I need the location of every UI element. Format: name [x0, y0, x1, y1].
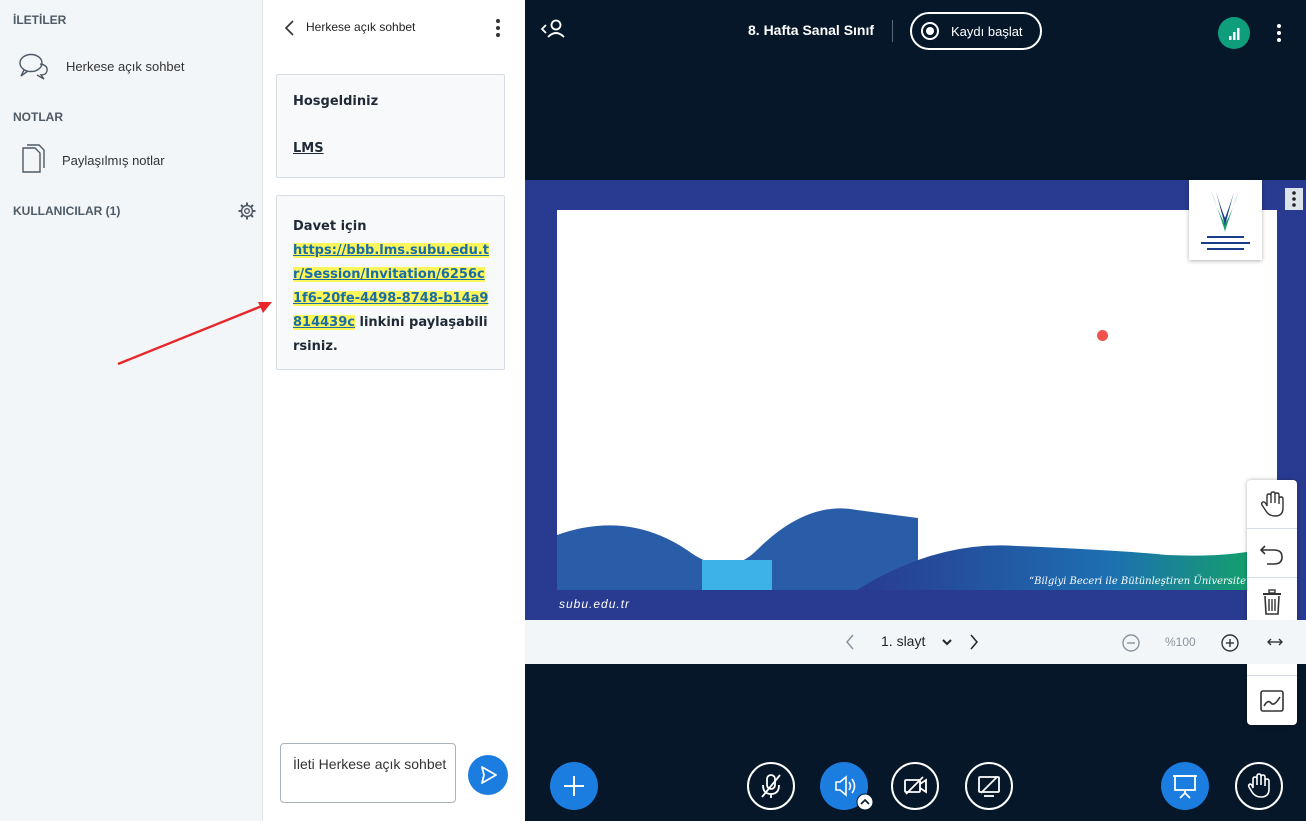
audio-options-icon[interactable]: [856, 793, 874, 811]
zoom-in-icon[interactable]: [1220, 633, 1240, 653]
user-list-sidebar: İLETİLER Herkese açık sohbet NOTLAR Payl…: [0, 0, 263, 821]
slide-navigation-bar: 1. slayt %100: [525, 620, 1306, 664]
messages-section-title: İLETİLER: [13, 13, 67, 27]
slide-canvas[interactable]: “Bilgiyi Beceri ile Bütünleştiren Üniver…: [557, 210, 1277, 590]
presenter-pointer: [1097, 330, 1108, 341]
presentation-area: 8. Hafta Sanal Sınıf Kaydı başlat “Bilgi…: [525, 0, 1306, 821]
meeting-title: 8. Hafta Sanal Sınıf: [748, 22, 875, 38]
connection-status-button[interactable]: [1218, 17, 1250, 49]
record-icon: [921, 22, 939, 40]
hide-presentation-button[interactable]: [1161, 762, 1209, 810]
users-section-title: KULLANICILAR (1): [13, 204, 121, 218]
vertical-dots-icon: [1292, 191, 1296, 207]
plus-icon: [564, 776, 584, 796]
chat-header: Herkese açık sohbet: [263, 0, 525, 56]
send-message-button[interactable]: [468, 755, 508, 795]
sidebar-item-public-chat[interactable]: Herkese açık sohbet: [18, 52, 185, 80]
sidebar-item-shared-notes[interactable]: Paylaşılmış notlar: [18, 144, 165, 176]
sidebar-item-label: Herkese açık sohbet: [66, 58, 185, 74]
record-label: Kaydı başlat: [951, 24, 1023, 39]
lms-link[interactable]: LMS: [293, 141, 324, 156]
chat-title[interactable]: Herkese açık sohbet: [306, 20, 415, 34]
undo-icon: [1259, 545, 1283, 565]
annotation-arrow: [117, 302, 272, 366]
slide-selector[interactable]: 1. slayt: [881, 633, 925, 649]
share-screen-button[interactable]: [965, 762, 1013, 810]
next-slide-icon[interactable]: [968, 632, 980, 652]
invite-prefix: Davet için: [293, 219, 367, 234]
hand-icon: [1260, 491, 1284, 517]
zoom-out-icon[interactable]: [1121, 633, 1141, 653]
trash-icon: [1263, 589, 1281, 615]
public-chat-panel: Herkese açık sohbet Hosgeldiniz LMS Dave…: [263, 0, 525, 821]
notes-icon: [22, 144, 45, 173]
chevron-down-icon[interactable]: [941, 636, 953, 648]
microphone-muted-icon: [761, 774, 781, 798]
actions-menu-button[interactable]: [550, 762, 598, 810]
more-options-icon[interactable]: [495, 18, 501, 38]
raise-hand-button[interactable]: [1235, 762, 1283, 810]
gear-icon[interactable]: [238, 202, 256, 220]
screen-share-off-icon: [978, 776, 1000, 797]
university-motto: “Bilgiyi Beceri ile Bütünleştiren Üniver…: [1029, 576, 1252, 587]
chat-bubbles-icon: [19, 53, 48, 80]
header-divider: [892, 20, 893, 42]
whiteboard-toolbar: [1247, 480, 1297, 725]
fit-width-icon[interactable]: [1266, 635, 1284, 649]
university-emblem-icon: [1201, 190, 1250, 250]
presentation-icon: [1173, 775, 1197, 799]
presentation-container: “Bilgiyi Beceri ile Bütünleştiren Üniver…: [525, 180, 1306, 725]
chat-message-input[interactable]: İleti Herkese açık sohbet: [280, 743, 456, 803]
site-url: subu.edu.tr: [559, 597, 631, 611]
chat-message-invite: Davet için https://bbb.lms.subu.edu.tr/Se…: [276, 195, 505, 370]
unmute-microphone-button[interactable]: [747, 762, 795, 810]
notes-section-title: NOTLAR: [13, 110, 63, 124]
send-icon: [481, 766, 497, 784]
presentation-options-button[interactable]: [1285, 188, 1303, 210]
share-webcam-button[interactable]: [891, 762, 939, 810]
main-options-icon[interactable]: [1276, 23, 1282, 43]
chevron-left-icon[interactable]: [283, 19, 297, 37]
invite-message-body: Davet için https://bbb.lms.subu.edu.tr/Se…: [293, 215, 493, 359]
line-chart-icon: [1260, 689, 1284, 712]
previous-slide-icon[interactable]: [844, 632, 856, 652]
camera-off-icon: [904, 776, 927, 795]
chat-message-welcome: Hosgeldiniz LMS: [276, 74, 505, 178]
start-recording-button[interactable]: Kaydı başlat: [910, 12, 1042, 50]
slide-wave-graphic: [557, 508, 1277, 590]
annotation-tool-button[interactable]: [1247, 676, 1297, 725]
zoom-level: %100: [1165, 635, 1196, 649]
welcome-heading: Hosgeldiniz: [293, 94, 379, 109]
signal-bars-icon: [1229, 28, 1240, 40]
user-list-toggle-icon[interactable]: [539, 18, 567, 40]
sidebar-item-label: Paylaşılmış notlar: [62, 152, 165, 168]
university-logo: [1189, 180, 1262, 260]
hand-icon: [1247, 773, 1270, 798]
undo-button[interactable]: [1247, 529, 1297, 578]
hand-tool-button[interactable]: [1247, 480, 1297, 529]
